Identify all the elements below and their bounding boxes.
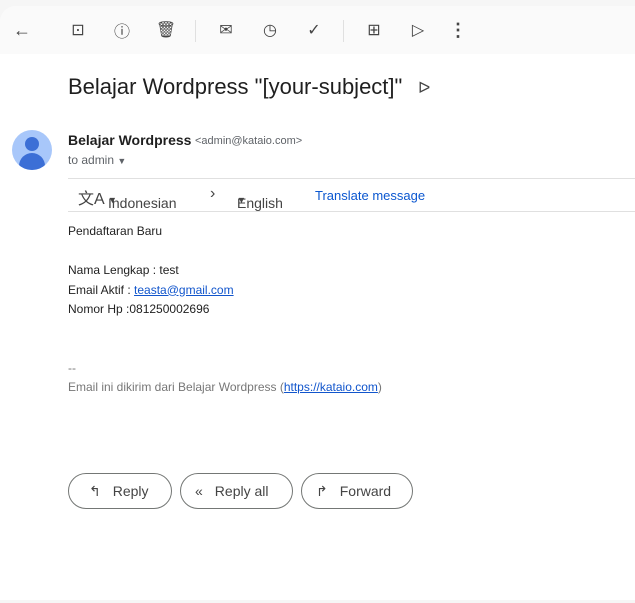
- snooze-icon[interactable]: ◷: [260, 20, 280, 40]
- signature-text: Email ini dikirim dari Belajar Wordpress…: [68, 380, 284, 394]
- divider: [195, 20, 196, 42]
- email-subject: Belajar Wordpress "[your-subject]": [68, 74, 403, 99]
- reply-all-button[interactable]: « Reply all: [180, 473, 293, 509]
- chevron-down-icon: ▼: [108, 195, 117, 205]
- mark-unread-icon[interactable]: ✉: [216, 20, 236, 40]
- reply-all-icon: «: [195, 483, 203, 499]
- signature: Email ini dikirim dari Belajar Wordpress…: [68, 378, 382, 398]
- email-label: Email Aktif :: [68, 282, 135, 297]
- sender-name: Belajar Wordpress: [68, 132, 192, 148]
- toolbar: ← ⊡ ⓘ 🗑 ✉ ◷ ✓ ⊞ ▷ ⋮: [0, 6, 635, 54]
- archive-icon[interactable]: ⊡: [68, 20, 88, 40]
- report-spam-icon[interactable]: ⓘ: [112, 20, 132, 41]
- recipients-label: to admin: [68, 153, 115, 167]
- importance-marker-icon[interactable]: ᐅ: [418, 78, 430, 98]
- message-body: Pendaftaran Baru Nama Lengkap : test Ema…: [68, 222, 382, 398]
- chevron-right-icon: ›: [210, 185, 216, 202]
- divider: [343, 20, 344, 42]
- reply-all-label: Reply all: [214, 483, 269, 499]
- translate-message-link[interactable]: Translate message: [315, 188, 425, 203]
- sender-email: <admin@kataio.com>: [195, 135, 303, 147]
- body-line: Pendaftaran Baru: [68, 224, 163, 238]
- signature-end: ): [377, 380, 382, 394]
- chevron-down-icon: ▼: [117, 156, 127, 166]
- source-language: Indonesian: [108, 195, 177, 211]
- back-icon[interactable]: ←: [12, 20, 32, 40]
- forward-label: Forward: [339, 483, 392, 499]
- forward-button[interactable]: ↱ Forward: [301, 473, 413, 509]
- move-to-icon[interactable]: ⊞: [364, 20, 384, 40]
- signature-link[interactable]: https://kataio.com: [284, 380, 378, 394]
- add-task-icon[interactable]: ✓: [304, 20, 324, 40]
- recipients-dropdown[interactable]: to admin ▼: [68, 153, 126, 167]
- more-icon[interactable]: ⋮: [448, 20, 468, 40]
- label-icon[interactable]: ▷: [408, 20, 428, 40]
- chevron-down-icon: ▼: [237, 195, 246, 205]
- email-link[interactable]: teasta@gmail.com: [134, 283, 234, 297]
- translate-bar: 文A Indonesian ▼ › English ▼ Translate me…: [68, 178, 635, 212]
- signature-separator: --: [68, 360, 76, 375]
- body-line: Nama Lengkap : test: [68, 263, 179, 277]
- body-line: Email Aktif : teasta@gmail.com: [68, 281, 382, 301]
- body-line: Nomor Hp :081250002696: [68, 302, 210, 316]
- translate-icon: 文A: [78, 191, 105, 208]
- reply-icon: ↰: [89, 482, 101, 499]
- reply-label: Reply: [112, 483, 149, 499]
- reply-button[interactable]: ↰ Reply: [68, 473, 172, 509]
- forward-icon: ↱: [316, 482, 328, 499]
- avatar: [12, 130, 52, 170]
- delete-icon[interactable]: 🗑: [156, 20, 176, 40]
